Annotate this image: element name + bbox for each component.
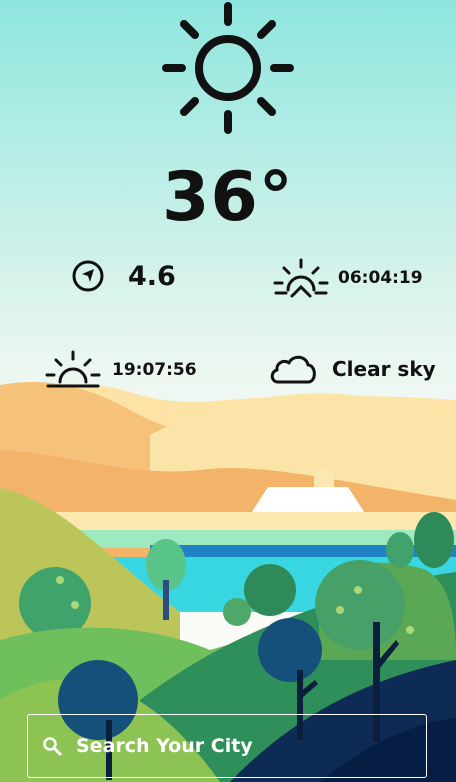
sky-condition-stat: Clear sky — [268, 352, 436, 386]
sunset-icon — [45, 350, 101, 388]
city-search-input[interactable] — [74, 734, 398, 758]
temperature-value: 36° — [162, 158, 294, 237]
sun-icon — [162, 2, 294, 134]
search-icon — [43, 737, 62, 756]
sunrise-time: 06:04:19 — [338, 268, 423, 288]
sunrise-icon — [273, 258, 329, 298]
compass-icon — [72, 260, 104, 292]
wind-stat: 4.6 — [70, 258, 176, 294]
sunrise-stat: 06:04:19 — [272, 256, 423, 300]
sky-condition-text: Clear sky — [332, 357, 436, 381]
wind-speed-value: 4.6 — [128, 260, 176, 292]
weather-app: 36° 4.6 06:04:19 19:07:56 Clear sky Sear… — [0, 0, 456, 782]
search-bar[interactable] — [27, 714, 427, 778]
cloud-icon — [270, 355, 316, 384]
sunset-time: 19:07:56 — [112, 360, 197, 380]
sunset-stat: 19:07:56 — [44, 348, 197, 392]
